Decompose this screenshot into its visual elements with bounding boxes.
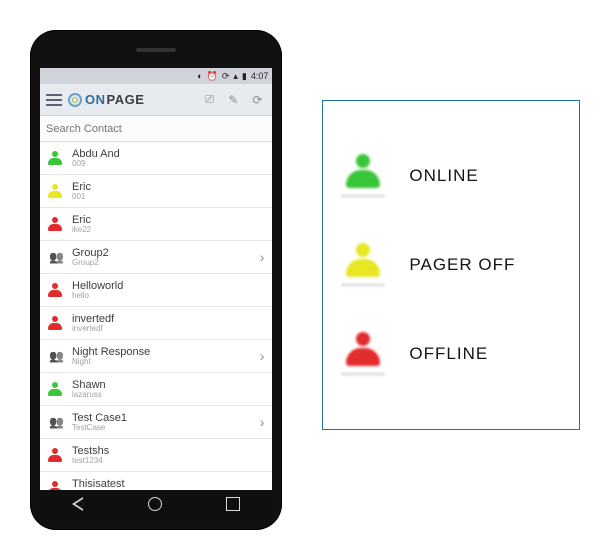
contact-row[interactable]: invertedfinvertedf xyxy=(40,307,272,340)
contact-labels: Eric001 xyxy=(72,181,264,202)
legend-row: ONLINE xyxy=(343,154,559,198)
contact-subtext: 009 xyxy=(72,160,264,169)
contact-subtext: invertedf xyxy=(72,325,264,334)
status-time: 4:07 xyxy=(251,72,269,81)
contact-row[interactable]: 👥 Test Case1TestCase › xyxy=(40,406,272,439)
logo-text-on: ON xyxy=(85,92,106,107)
logo-ring-icon xyxy=(68,93,82,107)
person-status-icon xyxy=(346,243,380,277)
contact-labels: Ericike22 xyxy=(72,214,264,235)
brightness-icon: ◐ xyxy=(197,72,202,81)
contact-subtext: hello xyxy=(72,292,264,301)
contact-subtext: test1234 xyxy=(72,457,264,466)
legend-row: OFFLINE xyxy=(343,332,559,376)
sync-icon: ⟳ xyxy=(222,72,230,81)
contact-subtext: lazaruss xyxy=(72,391,264,400)
person-status-icon xyxy=(46,283,64,297)
contact-row[interactable]: Helloworldhello xyxy=(40,274,272,307)
contact-row[interactable]: 👥 Night ResponseNight › xyxy=(40,340,272,373)
contact-labels: Night ResponseNight xyxy=(72,346,252,367)
logo-text-page: PAGE xyxy=(107,92,145,107)
contact-name: Test Case1 xyxy=(72,412,252,424)
contact-subtext: Night xyxy=(72,358,252,367)
android-nav-bar xyxy=(40,490,272,518)
refresh-icon[interactable]: ⟳ xyxy=(248,91,266,109)
contact-name: Group2 xyxy=(72,247,252,259)
contact-name: Eric xyxy=(72,181,264,193)
contact-row[interactable]: 👥 Group2Group2 › xyxy=(40,241,272,274)
chevron-right-icon: › xyxy=(260,414,265,430)
search-bar xyxy=(40,116,272,142)
legend-underline xyxy=(341,194,385,198)
contact-labels: Test Case1TestCase xyxy=(72,412,252,433)
group-icon: 👥 xyxy=(46,415,64,429)
person-status-icon xyxy=(346,154,380,188)
contact-subtext: Group2 xyxy=(72,259,252,268)
contact-row[interactable]: Testshstest1234 xyxy=(40,439,272,472)
contact-labels: Testshstest1234 xyxy=(72,445,264,466)
legend-underline xyxy=(341,372,385,376)
contact-row[interactable]: Thisisatestthisisatest xyxy=(40,472,272,490)
legend-row: PAGER OFF xyxy=(343,243,559,287)
person-status-icon xyxy=(46,448,64,462)
phone-speaker xyxy=(136,48,176,52)
status-legend: ONLINE PAGER OFF OFFLINE xyxy=(322,100,580,430)
contact-list[interactable]: Abdu And009Eric001Ericike22👥Group2Group2… xyxy=(40,142,272,490)
contact-name: Abdu And xyxy=(72,148,264,160)
signal-icon: ▴ xyxy=(233,72,238,81)
person-status-icon xyxy=(346,332,380,366)
app-logo: ONPAGE xyxy=(68,92,144,107)
status-bar: ◐ ⏰ ⟳ ▴ ▮ 4:07 xyxy=(40,68,272,84)
person-status-icon xyxy=(46,316,64,330)
home-button[interactable] xyxy=(148,497,162,511)
contact-subtext: ike22 xyxy=(72,226,264,235)
app-bar: ONPAGE ⎚ ✎ ⟳ xyxy=(40,84,272,116)
contact-subtext: 001 xyxy=(72,193,264,202)
legend-underline xyxy=(341,283,385,287)
contact-labels: invertedfinvertedf xyxy=(72,313,264,334)
person-status-icon xyxy=(46,382,64,396)
group-icon: 👥 xyxy=(46,349,64,363)
legend-label: OFFLINE xyxy=(409,344,488,364)
compose-icon[interactable]: ✎ xyxy=(224,91,242,109)
contact-row[interactable]: Eric001 xyxy=(40,175,272,208)
chevron-right-icon: › xyxy=(260,348,265,364)
contact-name: Thisisatest xyxy=(72,478,264,490)
person-status-icon xyxy=(46,217,64,231)
contact-name: Eric xyxy=(72,214,264,226)
search-input[interactable] xyxy=(46,123,266,135)
contact-name: Shawn xyxy=(72,379,264,391)
recent-button[interactable] xyxy=(226,497,240,511)
person-status-icon xyxy=(46,151,64,165)
back-button[interactable] xyxy=(72,497,83,511)
contact-labels: Thisisatestthisisatest xyxy=(72,478,264,490)
filter-icon[interactable]: ⎚ xyxy=(200,91,218,109)
contact-name: Night Response xyxy=(72,346,252,358)
contact-name: invertedf xyxy=(72,313,264,325)
contact-row[interactable]: Shawnlazaruss xyxy=(40,373,272,406)
phone-screen: ◐ ⏰ ⟳ ▴ ▮ 4:07 ONPAGE ⎚ ✎ ⟳ xyxy=(40,68,272,490)
menu-icon[interactable] xyxy=(46,94,62,106)
legend-label: PAGER OFF xyxy=(409,255,515,275)
contact-labels: Helloworldhello xyxy=(72,280,264,301)
contact-row[interactable]: Abdu And009 xyxy=(40,142,272,175)
chevron-right-icon: › xyxy=(260,249,265,265)
phone-frame: ◐ ⏰ ⟳ ▴ ▮ 4:07 ONPAGE ⎚ ✎ ⟳ xyxy=(30,30,282,530)
contact-row[interactable]: Ericike22 xyxy=(40,208,272,241)
contact-labels: Group2Group2 xyxy=(72,247,252,268)
contact-labels: Abdu And009 xyxy=(72,148,264,169)
contact-labels: Shawnlazaruss xyxy=(72,379,264,400)
battery-icon: ▮ xyxy=(242,72,247,81)
person-status-icon xyxy=(46,481,64,490)
contact-name: Testshs xyxy=(72,445,264,457)
contact-subtext: TestCase xyxy=(72,424,252,433)
contact-name: Helloworld xyxy=(72,280,264,292)
group-icon: 👥 xyxy=(46,250,64,264)
alarm-icon: ⏰ xyxy=(207,72,218,81)
person-status-icon xyxy=(46,184,64,198)
legend-label: ONLINE xyxy=(409,166,478,186)
